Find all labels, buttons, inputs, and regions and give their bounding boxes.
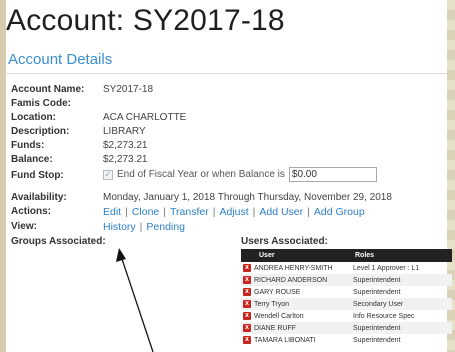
arrow-shaft [120,255,154,352]
pointer-arrow-annotation [116,248,154,352]
arrow-head-icon [116,248,126,262]
